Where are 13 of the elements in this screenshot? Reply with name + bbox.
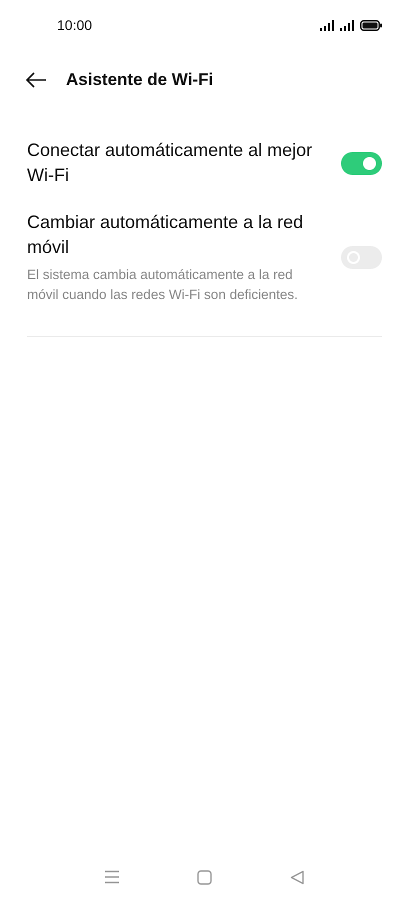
status-time: 10:00	[57, 17, 92, 33]
battery-icon	[360, 20, 382, 30]
signal-icon	[320, 20, 335, 30]
page-title: Asistente de Wi-Fi	[66, 70, 214, 90]
back-button[interactable]	[25, 72, 47, 88]
back-nav-button[interactable]	[290, 870, 306, 884]
signal-icon	[340, 20, 355, 30]
menu-button[interactable]	[104, 870, 120, 884]
setting-description: El sistema cambia automáticamente a la red móvil cuando las redes Wi-Fi son deficientes.	[27, 266, 299, 304]
setting-title: Cambiar automáticamente a la red móvil	[27, 211, 304, 259]
setting-title: Conectar automáticamente al mejor Wi-Fi	[27, 139, 314, 187]
home-button[interactable]	[197, 870, 212, 884]
toggle-switch[interactable]	[341, 152, 382, 174]
